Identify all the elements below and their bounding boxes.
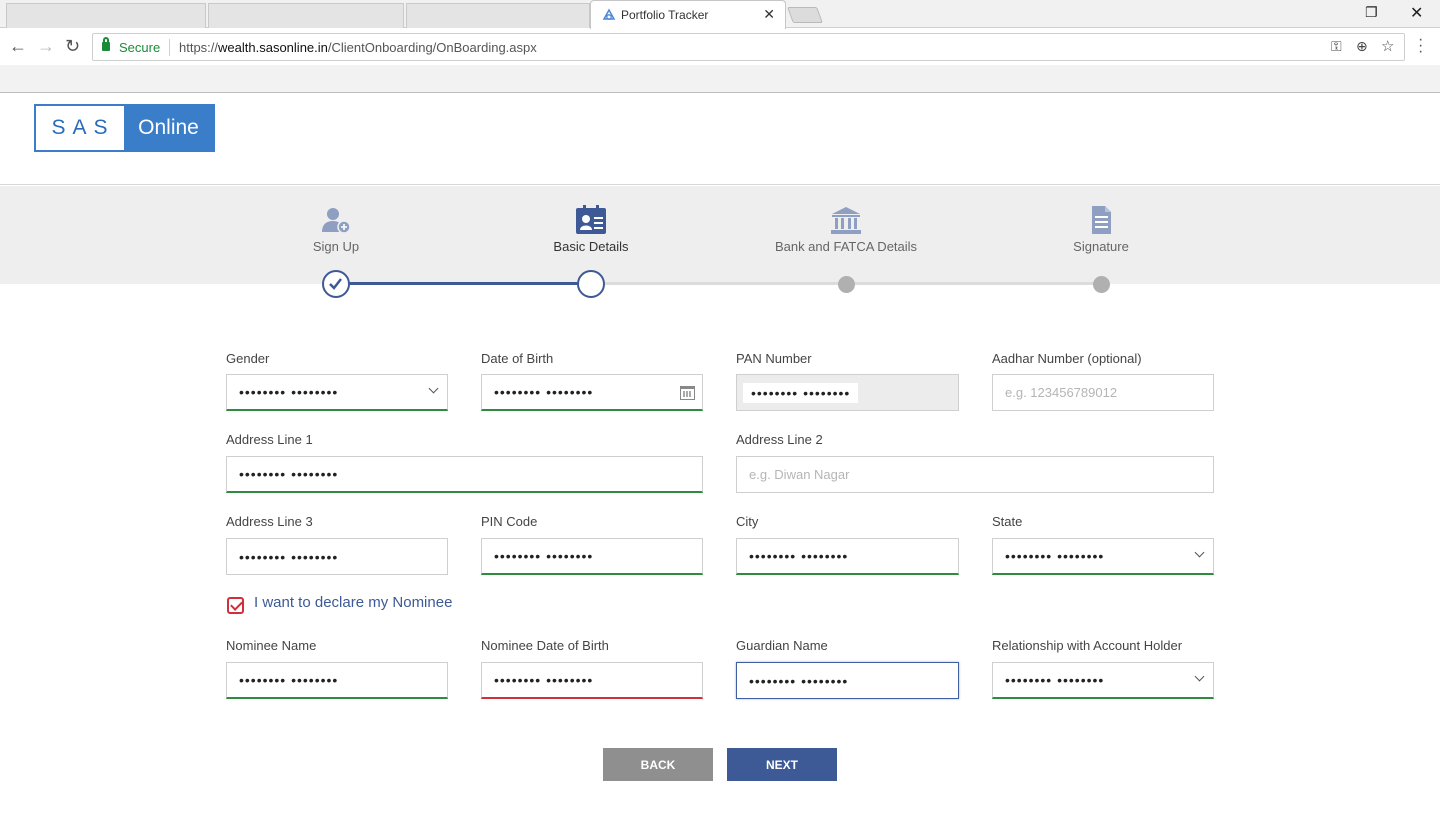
step-sign-up[interactable]: Sign Up: [236, 205, 436, 254]
nominee-checkbox-label[interactable]: I want to declare my Nominee: [254, 594, 452, 611]
document-icon: [1092, 206, 1111, 234]
close-window-icon[interactable]: ✕: [1410, 3, 1423, 23]
site-header: SAS Online: [0, 93, 1440, 185]
calendar-icon[interactable]: [680, 386, 695, 400]
secure-label: Secure: [119, 40, 161, 55]
sas-online-logo[interactable]: SAS Online: [34, 104, 215, 152]
browser-tab-inactive[interactable]: [6, 3, 206, 28]
state-select[interactable]: •••••••• ••••••••: [992, 538, 1214, 575]
browser-tabbar: Portfolio Tracker ✕ ❐ ✕: [0, 0, 1440, 29]
cloud-favicon-icon: [602, 8, 616, 20]
step-basic-details[interactable]: Basic Details: [491, 205, 691, 254]
star-icon[interactable]: ☆: [1381, 37, 1394, 55]
step-label: Basic Details: [553, 239, 629, 254]
address1-label: Address Line 1: [226, 432, 313, 447]
step-bank-fatca[interactable]: Bank and FATCA Details: [746, 205, 946, 254]
browser-extension-bar: [0, 65, 1440, 93]
key-icon[interactable]: ⚿: [1331, 38, 1342, 55]
lock-icon: [102, 37, 110, 51]
next-button[interactable]: NEXT: [727, 748, 837, 781]
relationship-select[interactable]: •••••••• ••••••••: [992, 662, 1214, 699]
bank-icon: [831, 207, 861, 234]
aadhar-label: Aadhar Number (optional): [992, 351, 1142, 366]
browser-tab-active[interactable]: Portfolio Tracker ✕: [590, 0, 786, 29]
nominee-name-input[interactable]: •••••••• ••••••••: [226, 662, 448, 699]
address2-input[interactable]: e.g. Diwan Nagar: [736, 456, 1214, 493]
gender-select[interactable]: •••••••• ••••••••: [226, 374, 448, 411]
zoom-icon[interactable]: ⊕: [1356, 38, 1368, 55]
city-label: City: [736, 514, 759, 529]
step-pending-marker: [1093, 276, 1110, 293]
dob-label: Date of Birth: [481, 351, 554, 366]
guardian-input[interactable]: •••••••• ••••••••: [736, 662, 959, 699]
state-label: State: [992, 514, 1023, 529]
relationship-label: Relationship with Account Holder: [992, 638, 1183, 653]
back-arrow-icon[interactable]: ←: [9, 37, 27, 55]
step-label: Bank and FATCA Details: [774, 239, 918, 254]
step-label: Signature: [1073, 239, 1129, 254]
close-tab-icon[interactable]: ✕: [763, 6, 775, 23]
pan-label: PAN Number: [736, 351, 812, 366]
browser-menu-icon[interactable]: · · ·: [1418, 32, 1423, 60]
progress-track-complete: [336, 282, 591, 285]
nominee-dob-input[interactable]: •••••••• ••••••••: [481, 662, 703, 699]
step-label: Sign Up: [312, 239, 360, 254]
url-text: https://wealth.sasonline.in/ClientOnboar…: [179, 40, 537, 55]
back-button[interactable]: BACK: [603, 748, 713, 781]
step-done-marker: [322, 270, 350, 298]
address2-label: Address Line 2: [736, 432, 823, 447]
pin-label: PIN Code: [481, 514, 538, 529]
pin-input[interactable]: •••••••• ••••••••: [481, 538, 703, 575]
logo-left: SAS: [36, 106, 124, 150]
chevron-down-icon: [1194, 671, 1205, 682]
nominee-name-label: Nominee Name: [226, 638, 317, 653]
address3-label: Address Line 3: [226, 514, 313, 529]
aadhar-input[interactable]: e.g. 123456789012: [992, 374, 1214, 411]
divider: [169, 39, 170, 56]
city-input[interactable]: •••••••• ••••••••: [736, 538, 959, 575]
reload-icon[interactable]: ↻: [65, 37, 80, 55]
user-add-icon: [322, 208, 351, 234]
logo-right: Online: [124, 106, 213, 150]
forward-arrow-icon[interactable]: →: [37, 37, 55, 55]
step-signature[interactable]: Signature: [1001, 205, 1201, 254]
nominee-checkbox[interactable]: [227, 597, 244, 614]
chevron-down-icon: [1194, 547, 1205, 558]
browser-tab-inactive[interactable]: [406, 3, 590, 28]
id-card-icon: [576, 205, 606, 234]
step-current-marker: [577, 270, 605, 298]
pan-input[interactable]: •••••••• ••••••••: [736, 374, 959, 411]
step-pending-marker: [838, 276, 855, 293]
restore-window-icon[interactable]: ❐: [1365, 4, 1378, 21]
chevron-down-icon: [428, 383, 439, 394]
checkmark-icon: [329, 278, 342, 290]
tab-title: Portfolio Tracker: [621, 8, 709, 22]
address-bar[interactable]: Secure https://wealth.sasonline.in/Clien…: [92, 33, 1405, 61]
stepper-band: [0, 186, 1440, 284]
dob-input[interactable]: •••••••• ••••••••: [481, 374, 703, 411]
gender-label: Gender: [226, 351, 270, 366]
address1-input[interactable]: •••••••• ••••••••: [226, 456, 703, 493]
new-tab-button[interactable]: [787, 7, 823, 23]
address3-input[interactable]: •••••••• ••••••••: [226, 538, 448, 575]
nominee-dob-label: Nominee Date of Birth: [481, 638, 609, 653]
browser-tab-inactive[interactable]: [208, 3, 404, 28]
guardian-label: Guardian Name: [736, 638, 828, 653]
